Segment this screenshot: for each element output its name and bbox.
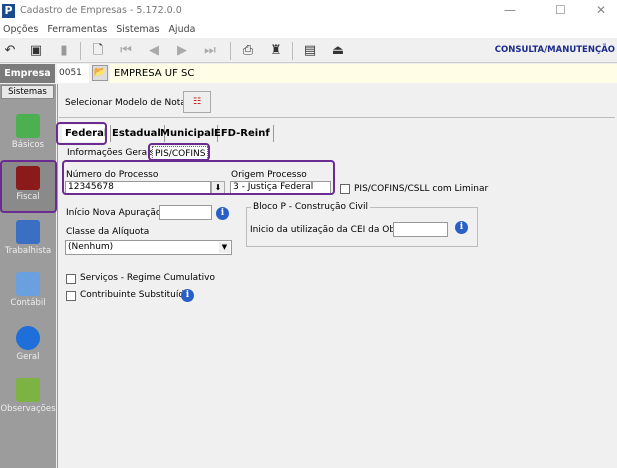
sidebar-item-trabalhista[interactable]: Trabalhista <box>0 216 56 266</box>
highlight-federal <box>56 122 107 145</box>
basicos-icon <box>16 114 40 138</box>
print-icon[interactable]: ⎙ <box>240 43 256 59</box>
undo-icon[interactable]: ↶ <box>2 43 18 59</box>
highlight-processo <box>62 160 335 195</box>
liminar-checkbox[interactable] <box>340 184 350 194</box>
minimize-button[interactable]: — <box>504 3 516 17</box>
empresa-name: EMPRESA UF SC <box>110 64 617 83</box>
menu-ajuda[interactable]: Ajuda <box>168 24 195 35</box>
menu-sistemas[interactable]: Sistemas <box>116 24 159 35</box>
servicos-checkbox[interactable] <box>66 274 76 284</box>
apuracao-label: Início Nova Apuração: <box>66 208 165 218</box>
info-icon[interactable]: i <box>181 289 194 302</box>
subtab-informacoes-gerais[interactable]: Informações Gerais <box>67 146 154 160</box>
tab-efd-reinf[interactable]: EFD-Reinf <box>211 125 274 142</box>
liminar-label: PIS/COFINS/CSLL com Liminar <box>354 184 489 194</box>
tools-icon[interactable]: ♜ <box>268 43 284 59</box>
highlight-fiscal <box>0 160 57 213</box>
sidebar-header: Sistemas <box>1 85 54 99</box>
close-button[interactable]: ✕ <box>596 3 606 17</box>
sidebar-item-observacoes[interactable]: Observações <box>0 374 56 424</box>
mode-label: CONSULTA/MANUTENÇÃO <box>494 45 615 55</box>
classe-select[interactable]: (Nenhum) ▼ <box>65 240 232 255</box>
title-bar: P Cadastro de Empresas - 5.172.0.0 — ☐ ✕ <box>0 0 617 22</box>
exit-icon[interactable]: ⏏ <box>330 43 346 59</box>
bloco-p-label: Bloco P - Construção Civil <box>251 202 370 212</box>
calculator-icon <box>16 272 40 296</box>
report-icon[interactable]: ▤ <box>302 43 318 59</box>
open-folder-icon[interactable]: 📂 <box>92 65 108 81</box>
document-icon[interactable]: ▮ <box>56 43 72 59</box>
servicos-label: Serviços - Regime Cumulativo <box>80 273 215 283</box>
info-icon[interactable]: i <box>216 207 229 220</box>
preview-icon[interactable]: 🗋 <box>90 43 106 59</box>
last-icon[interactable]: ⏭ <box>202 43 218 59</box>
next-icon[interactable]: ▶ <box>174 43 190 59</box>
menu-ferramentas[interactable]: Ferramentas <box>47 24 107 35</box>
menu-bar: Opções Ferramentas Sistemas Ajuda <box>0 22 617 38</box>
prev-icon[interactable]: ◀ <box>146 43 162 59</box>
cei-input[interactable] <box>393 222 448 237</box>
chevron-down-icon[interactable]: ▼ <box>219 242 230 253</box>
select-model-button[interactable]: ☷ <box>183 91 211 113</box>
tab-municipal[interactable]: Municipal <box>157 125 219 142</box>
app-logo: P <box>2 4 15 18</box>
info-icon[interactable]: i <box>455 221 468 234</box>
menu-opcoes[interactable]: Opções <box>3 24 38 35</box>
sidebar-item-basicos[interactable]: Básicos <box>0 110 56 160</box>
sidebar-item-geral[interactable]: Geral <box>0 322 56 372</box>
substituto-label: Contribuinte Substituído <box>80 290 190 300</box>
model-row: Selecionar Modelo de Nota ☷ <box>59 88 615 118</box>
highlight-pis-cofins <box>148 143 210 161</box>
empresa-label: Empresa <box>0 64 55 83</box>
window-title: Cadastro de Empresas - 5.172.0.0 <box>20 5 182 16</box>
trabalhista-icon <box>16 220 40 244</box>
apuracao-input[interactable] <box>159 205 212 220</box>
model-label: Selecionar Modelo de Nota <box>65 98 186 108</box>
save-icon[interactable]: ▣ <box>28 43 44 59</box>
sidebar-item-contabil[interactable]: Contábil <box>0 268 56 318</box>
pencil-icon <box>16 378 40 402</box>
substituto-checkbox[interactable] <box>66 291 76 301</box>
first-icon[interactable]: ⏮ <box>118 43 134 59</box>
empresa-code[interactable]: 0051 <box>57 64 89 83</box>
maximize-button[interactable]: ☐ <box>555 3 566 17</box>
cei-label: Inicio da utilização da CEI da Obra: <box>250 225 408 235</box>
info-icon <box>16 326 40 350</box>
classe-label: Classe da Alíquota <box>66 227 150 237</box>
